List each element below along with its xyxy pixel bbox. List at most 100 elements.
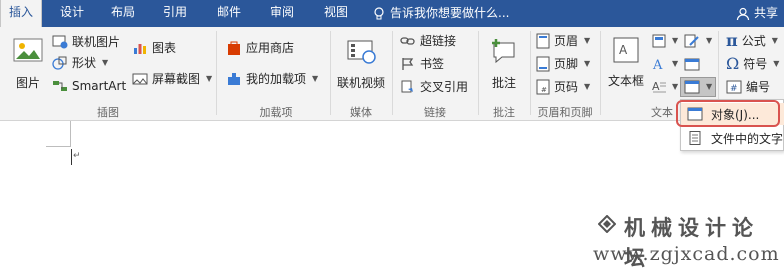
- watermark-url: www.zgjxcad.com: [593, 243, 780, 265]
- picture-label: 图片: [15, 76, 40, 90]
- drop-cap-icon: A: [652, 80, 666, 93]
- tab-review[interactable]: 审阅: [262, 0, 302, 27]
- signature-line-button[interactable]: ▼: [684, 31, 712, 51]
- group-label-comments: 批注: [493, 106, 515, 119]
- pi-icon: π: [726, 31, 738, 50]
- cross-reference-button[interactable]: 交叉引用: [400, 77, 468, 97]
- store-icon: [228, 41, 240, 55]
- new-comment-icon: [492, 39, 515, 64]
- store-label: 应用商店: [246, 41, 295, 55]
- logo-diamond-icon: [598, 215, 616, 233]
- footer-button[interactable]: 页脚 ▼: [536, 54, 590, 74]
- smartart-label: SmartArt: [72, 79, 127, 93]
- cross-reference-icon: [401, 80, 413, 93]
- share-button[interactable]: 共享: [736, 0, 778, 27]
- object-button[interactable]: ▼: [680, 77, 717, 97]
- online-video-button[interactable]: 联机视频: [334, 35, 388, 91]
- lightbulb-icon: [374, 6, 384, 19]
- online-picture-label: 联机图片: [72, 35, 121, 49]
- tab-references[interactable]: 引用: [155, 0, 195, 27]
- tell-me-box[interactable]: 告诉我你想要做什么...: [373, 0, 509, 27]
- picture-icon: [13, 38, 43, 62]
- share-label: 共享: [754, 6, 779, 20]
- footer-label: 页脚: [554, 57, 579, 71]
- wordart-icon: A: [652, 58, 663, 72]
- chevron-down-icon: ▼: [102, 58, 109, 67]
- quick-parts-button[interactable]: ▼: [652, 31, 678, 51]
- svg-text:A: A: [652, 58, 663, 72]
- shapes-button[interactable]: 形状 ▼: [52, 53, 108, 73]
- chevron-down-icon: ▼: [672, 59, 679, 68]
- symbol-label: 符号: [743, 57, 768, 71]
- online-picture-button[interactable]: 联机图片: [52, 32, 120, 52]
- bookmark-button[interactable]: 书签: [400, 54, 444, 74]
- online-video-icon: [347, 40, 376, 64]
- document-icon: [689, 131, 701, 145]
- my-addins-button[interactable]: 我的加载项 ▼: [226, 69, 318, 89]
- chevron-down-icon: ▼: [584, 59, 591, 68]
- group-label-header-footer: 页眉和页脚: [537, 106, 593, 119]
- chart-label: 图表: [152, 41, 177, 55]
- ribbon-tab-bar: 插入 设计 布局 引用 邮件 审阅 视图 告诉我你想要做什么... 共享: [0, 0, 784, 28]
- comment-label: 批注: [491, 76, 516, 90]
- tab-design[interactable]: 设计: [52, 0, 92, 27]
- addins-icon: [228, 73, 240, 85]
- numbering-button[interactable]: # 编号: [726, 77, 770, 97]
- group-divider: [530, 31, 531, 115]
- chevron-down-icon: ▼: [672, 82, 679, 91]
- quick-parts-icon: [652, 34, 666, 48]
- numbering-label: 编号: [746, 80, 771, 94]
- header-button[interactable]: 页眉 ▼: [536, 31, 590, 51]
- menu-item-text-from-file[interactable]: 文件中的文字: [681, 127, 784, 149]
- group-divider: [330, 31, 331, 115]
- picture-button[interactable]: 图片: [8, 35, 48, 91]
- date-time-button[interactable]: [684, 54, 700, 74]
- svg-text:#: #: [730, 84, 738, 94]
- chevron-down-icon: ▼: [706, 36, 713, 45]
- group-divider: [216, 31, 217, 115]
- paragraph-mark: ↵: [73, 151, 81, 161]
- symbol-button[interactable]: Ω 符号 ▼: [726, 54, 779, 74]
- tab-view[interactable]: 视图: [316, 0, 356, 27]
- chevron-down-icon: ▼: [584, 36, 591, 45]
- online-picture-icon: [52, 35, 68, 49]
- chevron-down-icon: ▼: [773, 59, 780, 68]
- svg-text:#: #: [541, 86, 547, 94]
- page-number-button[interactable]: # 页码 ▼: [536, 77, 590, 97]
- textbox-icon: A: [613, 37, 639, 63]
- hyperlink-button[interactable]: 超链接: [400, 31, 456, 51]
- group-divider: [600, 31, 601, 115]
- highlight-annotation-ring: [676, 100, 780, 127]
- group-divider: [478, 31, 479, 115]
- chevron-down-icon: ▼: [771, 36, 778, 45]
- text-cursor: [71, 149, 72, 165]
- store-button[interactable]: 应用商店: [226, 38, 294, 58]
- textbox-button[interactable]: A 文本框: [604, 35, 648, 89]
- shapes-label: 形状: [72, 56, 97, 70]
- shapes-icon: [52, 56, 67, 70]
- crop-mark: [46, 146, 71, 147]
- tab-layout[interactable]: 布局: [103, 0, 143, 27]
- group-divider: [392, 31, 393, 115]
- calendar-icon: [684, 58, 700, 71]
- cross-reference-label: 交叉引用: [420, 80, 469, 94]
- drop-cap-button[interactable]: A ▼: [652, 77, 678, 97]
- chart-button[interactable]: 图表: [132, 38, 176, 58]
- group-label-media: 媒体: [350, 106, 372, 119]
- link-icon: [400, 37, 415, 45]
- tab-insert[interactable]: 插入: [0, 0, 42, 28]
- equation-button[interactable]: π 公式 ▼: [726, 31, 778, 51]
- comment-button[interactable]: 批注: [482, 35, 526, 91]
- screenshot-button[interactable]: 屏幕截图 ▼: [132, 69, 212, 89]
- online-video-label: 联机视频: [336, 76, 385, 90]
- chart-icon: [134, 44, 146, 54]
- my-addins-label: 我的加载项: [246, 72, 307, 86]
- signature-icon: [684, 34, 699, 48]
- equation-label: 公式: [741, 34, 766, 48]
- footer-icon: [536, 56, 550, 72]
- smartart-button[interactable]: SmartArt: [52, 76, 126, 96]
- svg-text:A: A: [652, 80, 660, 93]
- wordart-button[interactable]: A ▼: [652, 54, 678, 74]
- tab-mailings[interactable]: 邮件: [209, 0, 249, 27]
- screenshot-label: 屏幕截图: [152, 72, 201, 86]
